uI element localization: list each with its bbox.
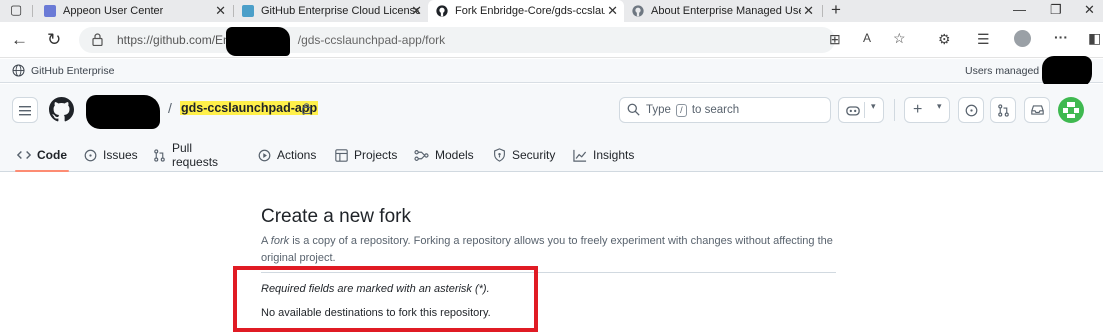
browser-tab-emu[interactable]: About Enterprise Managed Users ✕: [624, 0, 820, 22]
issues-button[interactable]: [958, 97, 984, 123]
inbox-button[interactable]: [1024, 97, 1050, 123]
globe-icon: [12, 64, 25, 77]
issue-icon: [84, 149, 97, 162]
inbox-icon: [1030, 105, 1044, 115]
copilot-icon: [846, 105, 860, 116]
close-tab-icon[interactable]: ✕: [215, 3, 226, 19]
close-tab-icon[interactable]: ✕: [607, 3, 618, 19]
repo-path-separator: /: [168, 100, 172, 116]
enterprise-banner: GitHub Enterprise Users managed by: [0, 59, 1103, 83]
refresh-icon[interactable]: ↻: [47, 30, 61, 50]
extensions-icon[interactable]: ⚙: [938, 31, 951, 48]
favorites-icon[interactable]: ☰: [977, 31, 990, 48]
browser-toolbar: ← ↻ https://github.com/En/gds-ccslaunchp…: [0, 22, 1103, 58]
github-logo-icon[interactable]: [49, 97, 74, 122]
back-arrow-icon[interactable]: ←: [11, 30, 28, 50]
models-icon: [414, 149, 429, 162]
issue-opened-icon: [965, 104, 977, 116]
docs-favicon-icon: [242, 5, 254, 17]
hamburger-icon: [19, 105, 31, 115]
reader-view-icon[interactable]: ⊞: [829, 31, 841, 48]
sidebar-toggle-icon[interactable]: ◧: [1088, 30, 1101, 47]
favorite-star-icon[interactable]: ☆: [893, 30, 906, 47]
profile-avatar[interactable]: [1014, 30, 1031, 47]
minimize-button[interactable]: —: [1013, 2, 1026, 17]
code-icon: [17, 149, 31, 161]
actions-play-icon: [258, 149, 271, 162]
redaction-mark: [226, 27, 290, 56]
redaction-mark: [86, 95, 160, 129]
git-pull-request-icon: [997, 103, 1009, 117]
enterprise-label[interactable]: GitHub Enterprise: [31, 65, 114, 77]
search-placeholder: Type / to search: [646, 104, 740, 117]
tab-code[interactable]: Code: [15, 139, 69, 172]
more-options-icon[interactable]: ···: [1054, 29, 1068, 45]
plus-icon: +: [913, 101, 923, 118]
private-lock-icon: [302, 103, 311, 114]
browser-tab-appeon[interactable]: Appeon User Center ✕: [36, 0, 232, 22]
github-favicon-icon: [632, 5, 644, 17]
users-managed-label: Users managed by: [965, 65, 1054, 77]
menu-button[interactable]: [12, 97, 38, 123]
search-input[interactable]: Type / to search: [619, 97, 831, 123]
repo-name-link[interactable]: gds-ccslaunchpad-app: [180, 101, 319, 115]
close-window-button[interactable]: ✕: [1084, 2, 1095, 18]
pull-request-icon: [153, 148, 166, 162]
tab-actions[interactable]: Actions: [258, 139, 316, 171]
graph-icon: [573, 149, 587, 162]
close-tab-icon[interactable]: ✕: [411, 3, 422, 19]
tab-insights[interactable]: Insights: [573, 139, 634, 171]
table-icon: [335, 148, 348, 162]
browser-tab-license[interactable]: GitHub Enterprise Cloud License F ✕: [234, 0, 428, 22]
tab-models[interactable]: Models: [414, 139, 474, 171]
tab-issues[interactable]: Issues: [84, 139, 138, 171]
appeon-favicon-icon: [44, 5, 56, 17]
chevron-down-icon: ▾: [871, 101, 876, 111]
read-aloud-icon[interactable]: A: [863, 31, 871, 45]
page-title: Create a new fork: [261, 206, 411, 227]
tab-projects[interactable]: Projects: [335, 139, 397, 171]
github-header: / gds-ccslaunchpad-app Type / to search …: [0, 84, 1103, 172]
new-tab-button[interactable]: +: [831, 0, 841, 20]
browser-tab-fork[interactable]: Fork Enbridge-Core/gds-ccslaunc ✕: [428, 0, 624, 22]
lock-icon: [92, 33, 103, 46]
pull-requests-button[interactable]: [990, 97, 1016, 123]
address-bar[interactable]: https://github.com/En/gds-ccslaunchpad-a…: [79, 27, 906, 53]
create-new-button[interactable]: + ▾: [904, 97, 950, 123]
search-icon: [627, 103, 640, 116]
close-tab-icon[interactable]: ✕: [803, 3, 814, 19]
tab-actions-icon[interactable]: ▢: [10, 2, 22, 18]
annotation-highlight-box: [233, 266, 538, 332]
chevron-down-icon: ▾: [937, 101, 942, 111]
shield-icon: [493, 148, 506, 162]
tab-pull-requests[interactable]: Pull requests: [153, 139, 218, 171]
fork-description: A fork is a copy of a repository. Forkin…: [261, 235, 833, 264]
restore-button[interactable]: ❐: [1050, 2, 1062, 18]
browser-tab-strip: ▢ Appeon User Center ✕ GitHub Enterprise…: [0, 0, 1103, 22]
copilot-button[interactable]: ▾: [838, 97, 884, 123]
identicon-icon: [1063, 102, 1079, 118]
user-avatar[interactable]: [1058, 97, 1084, 123]
github-favicon-icon: [436, 5, 448, 17]
tab-security[interactable]: Security: [493, 139, 555, 171]
